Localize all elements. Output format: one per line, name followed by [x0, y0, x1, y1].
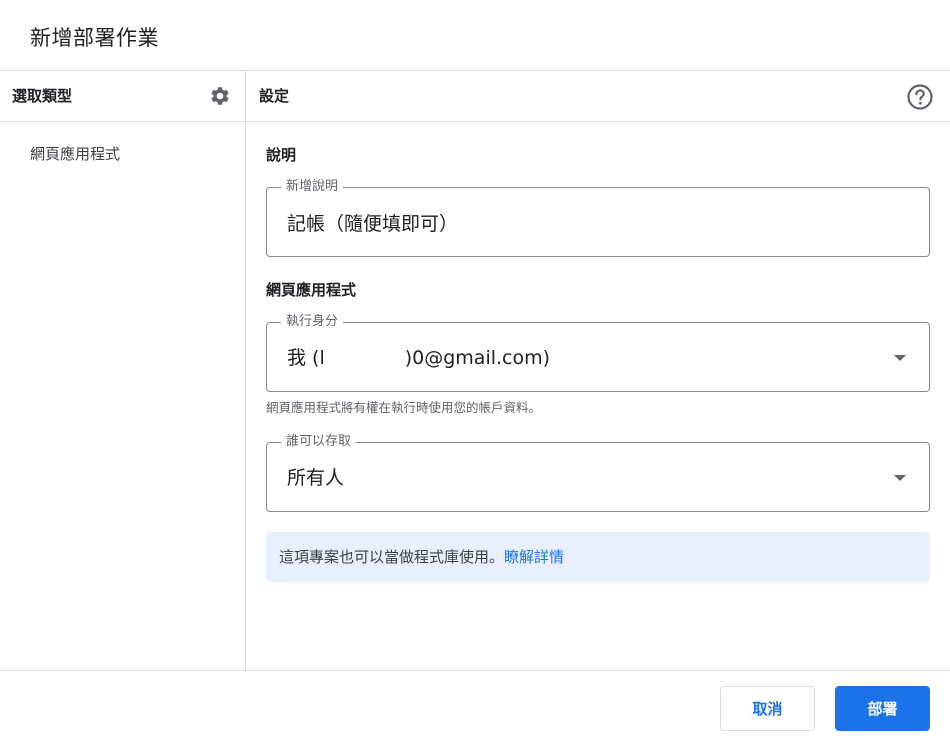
help-circle-icon[interactable]: [906, 83, 934, 111]
description-input[interactable]: [287, 211, 873, 233]
webapp-section-label: 網頁應用程式: [266, 281, 357, 299]
description-field[interactable]: 新增說明: [266, 178, 930, 257]
execute-as-label: 執行身分: [281, 313, 344, 331]
pane-divider: [245, 71, 246, 670]
deploy-button[interactable]: 部署: [835, 686, 930, 731]
execute-as-value-prefix: 我 (l: [287, 347, 325, 369]
cancel-button[interactable]: 取消: [720, 686, 815, 731]
redacted-area: [324, 348, 405, 369]
pane-header-divider: [0, 121, 950, 122]
dialog-title: 新增部署作業: [30, 26, 159, 50]
execute-as-select[interactable]: 執行身分 我 (l )0@gmail.com): [266, 313, 930, 392]
description-section-label: 說明: [266, 146, 297, 164]
type-item-webapp[interactable]: 網頁應用程式: [30, 143, 120, 165]
info-banner-text: 這項專案也可以當做程式庫使用。: [279, 548, 505, 566]
execute-as-helper-text: 網頁應用程式將有權在執行時使用您的帳戶資料。: [266, 400, 542, 415]
new-deployment-dialog: 新增部署作業 選取類型 網頁應用程式 設定 說明 新增說明 網頁應用程式 執行身…: [0, 0, 950, 744]
access-label: 誰可以存取: [281, 433, 357, 451]
footer-divider: [0, 670, 950, 671]
dropdown-arrow-icon: [894, 355, 906, 361]
learn-more-link[interactable]: 瞭解詳情: [504, 548, 564, 566]
library-info-banner: 這項專案也可以當做程式庫使用。瞭解詳情: [266, 532, 930, 582]
access-value: 所有人: [287, 467, 345, 489]
dropdown-arrow-icon: [894, 475, 906, 481]
access-select[interactable]: 誰可以存取 所有人: [266, 433, 930, 512]
execute-as-value: 我 (l )0@gmail.com): [287, 346, 873, 370]
description-field-label: 新增說明: [281, 178, 344, 196]
execute-as-value-suffix: )0@gmail.com): [404, 347, 551, 369]
header-divider: [0, 70, 950, 71]
gear-icon[interactable]: [209, 85, 231, 107]
settings-heading: 設定: [259, 87, 290, 105]
select-type-heading: 選取類型: [12, 87, 73, 105]
